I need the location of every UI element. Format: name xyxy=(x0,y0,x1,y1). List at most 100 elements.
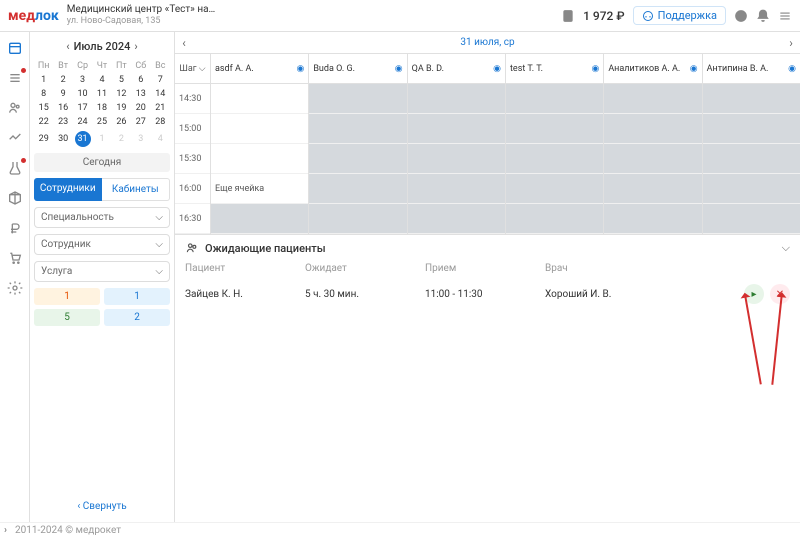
nav-lab[interactable] xyxy=(7,160,23,176)
staff-header[interactable]: Аналитиков А. А.◉ xyxy=(604,54,701,84)
calendar-day[interactable]: 18 xyxy=(92,101,111,115)
schedule-slot[interactable] xyxy=(506,204,603,234)
nav-tasks[interactable] xyxy=(7,70,23,86)
current-date[interactable]: 31 июля, ср xyxy=(460,37,514,48)
staff-header[interactable]: asdf А. А.◉ xyxy=(211,54,308,84)
select-service[interactable]: Услуга⌵ xyxy=(34,261,170,282)
schedule-slot[interactable] xyxy=(703,84,800,114)
nav-patients[interactable] xyxy=(7,100,23,116)
calendar-day[interactable]: 19 xyxy=(112,101,131,115)
date-next[interactable]: › xyxy=(782,36,800,50)
bell-icon[interactable] xyxy=(756,9,770,23)
calendar-day[interactable]: 16 xyxy=(53,101,72,115)
waiting-collapse[interactable]: ⌵ xyxy=(782,241,790,255)
schedule-slot[interactable] xyxy=(309,174,406,204)
month-prev[interactable]: ‹ xyxy=(66,40,69,53)
calendar-day[interactable]: 30 xyxy=(53,129,72,149)
calendar-day[interactable]: 21 xyxy=(151,101,170,115)
nav-cart[interactable] xyxy=(7,250,23,266)
support-button[interactable]: Поддержка xyxy=(633,6,726,25)
filter-pill-3[interactable]: 5 xyxy=(34,309,100,326)
nav-inventory[interactable] xyxy=(7,190,23,206)
nav-calendar[interactable] xyxy=(7,40,23,56)
calendar-day[interactable]: 3 xyxy=(73,73,92,87)
schedule-slot[interactable] xyxy=(604,114,701,144)
filter-pill-4[interactable]: 2 xyxy=(104,309,170,326)
calendar-day[interactable]: 7 xyxy=(151,73,170,87)
expand-rail[interactable]: › xyxy=(4,525,7,536)
calendar-day[interactable]: 27 xyxy=(131,115,150,129)
calendar-day[interactable]: 22 xyxy=(34,115,53,129)
waiting-row[interactable]: Зайцев К. Н. 5 ч. 30 мин. 11:00 - 11:30 … xyxy=(185,280,790,308)
calendar-day[interactable]: 23 xyxy=(53,115,72,129)
calendar-day[interactable]: 17 xyxy=(73,101,92,115)
month-next[interactable]: › xyxy=(134,40,137,53)
schedule-slot[interactable] xyxy=(703,144,800,174)
collapse-sidebar[interactable]: ‹ Свернуть xyxy=(34,497,170,516)
select-specialty[interactable]: Специальность⌵ xyxy=(34,207,170,228)
calendar-day[interactable]: 8 xyxy=(34,87,53,101)
schedule-slot[interactable] xyxy=(506,174,603,204)
calendar-day[interactable]: 25 xyxy=(92,115,111,129)
calendar-day[interactable]: 2 xyxy=(53,73,72,87)
start-appointment-button[interactable]: ▸ xyxy=(744,284,764,304)
schedule-slot[interactable] xyxy=(703,174,800,204)
nav-stats[interactable] xyxy=(7,130,23,146)
filter-pill-2[interactable]: 1 xyxy=(104,288,170,305)
calendar-day[interactable]: 13 xyxy=(131,87,150,101)
balance[interactable]: 1 972 ₽ xyxy=(583,9,624,23)
visibility-icon[interactable]: ◉ xyxy=(395,64,403,74)
date-prev[interactable]: ‹ xyxy=(175,36,193,50)
filter-pill-1[interactable]: 1 xyxy=(34,288,100,305)
schedule-slot[interactable] xyxy=(211,114,308,144)
calendar-day[interactable]: 26 xyxy=(112,115,131,129)
schedule-slot[interactable] xyxy=(408,174,505,204)
calendar-day[interactable]: 29 xyxy=(34,129,53,149)
schedule-slot[interactable] xyxy=(309,144,406,174)
staff-header[interactable]: Buda О. G.◉ xyxy=(309,54,406,84)
schedule-slot[interactable] xyxy=(408,84,505,114)
visibility-icon[interactable]: ◉ xyxy=(690,64,698,74)
visibility-icon[interactable]: ◉ xyxy=(591,64,599,74)
schedule-slot[interactable] xyxy=(211,84,308,114)
calendar-day[interactable]: 1 xyxy=(34,73,53,87)
schedule-slot[interactable] xyxy=(408,204,505,234)
staff-header[interactable]: Антипина В. А.◉ xyxy=(703,54,800,84)
visibility-icon[interactable]: ◉ xyxy=(493,64,501,74)
help-icon[interactable] xyxy=(734,9,748,23)
calendar-day[interactable]: 28 xyxy=(151,115,170,129)
tab-employees[interactable]: Сотрудники xyxy=(34,178,102,201)
calendar-day[interactable]: 6 xyxy=(131,73,150,87)
schedule-slot[interactable] xyxy=(408,114,505,144)
schedule-slot[interactable] xyxy=(309,204,406,234)
calendar-day[interactable]: 3 xyxy=(131,129,150,149)
calendar-day[interactable]: 2 xyxy=(112,129,131,149)
calendar-day[interactable]: 24 xyxy=(73,115,92,129)
calendar-day[interactable]: 20 xyxy=(131,101,150,115)
nav-settings[interactable] xyxy=(7,280,23,296)
schedule-slot[interactable] xyxy=(604,204,701,234)
schedule-slot[interactable] xyxy=(506,144,603,174)
schedule-slot[interactable] xyxy=(604,144,701,174)
staff-header[interactable]: test T. T.◉ xyxy=(506,54,603,84)
nav-finance[interactable] xyxy=(7,220,23,236)
clinic-selector[interactable]: Медицинский центр «Тест» на ... ул. Ново… xyxy=(67,4,217,27)
document-icon[interactable] xyxy=(561,9,575,23)
schedule-slot[interactable] xyxy=(309,114,406,144)
calendar-day[interactable]: 11 xyxy=(92,87,111,101)
visibility-icon[interactable]: ◉ xyxy=(296,64,304,74)
schedule-slot[interactable] xyxy=(506,114,603,144)
schedule-slot[interactable] xyxy=(703,204,800,234)
today-button[interactable]: Сегодня xyxy=(34,153,170,172)
calendar-day[interactable]: 12 xyxy=(112,87,131,101)
visibility-icon[interactable]: ◉ xyxy=(788,64,796,74)
schedule-slot[interactable] xyxy=(408,144,505,174)
step-selector[interactable]: Шаг ⌵ xyxy=(175,54,210,84)
select-employee[interactable]: Сотрудник⌵ xyxy=(34,234,170,255)
schedule-slot[interactable] xyxy=(211,204,308,234)
calendar-day[interactable]: 31 xyxy=(73,129,92,149)
calendar-day[interactable]: 14 xyxy=(151,87,170,101)
schedule-slot[interactable] xyxy=(309,84,406,114)
calendar-day[interactable]: 4 xyxy=(151,129,170,149)
tab-rooms[interactable]: Кабинеты xyxy=(102,178,171,201)
